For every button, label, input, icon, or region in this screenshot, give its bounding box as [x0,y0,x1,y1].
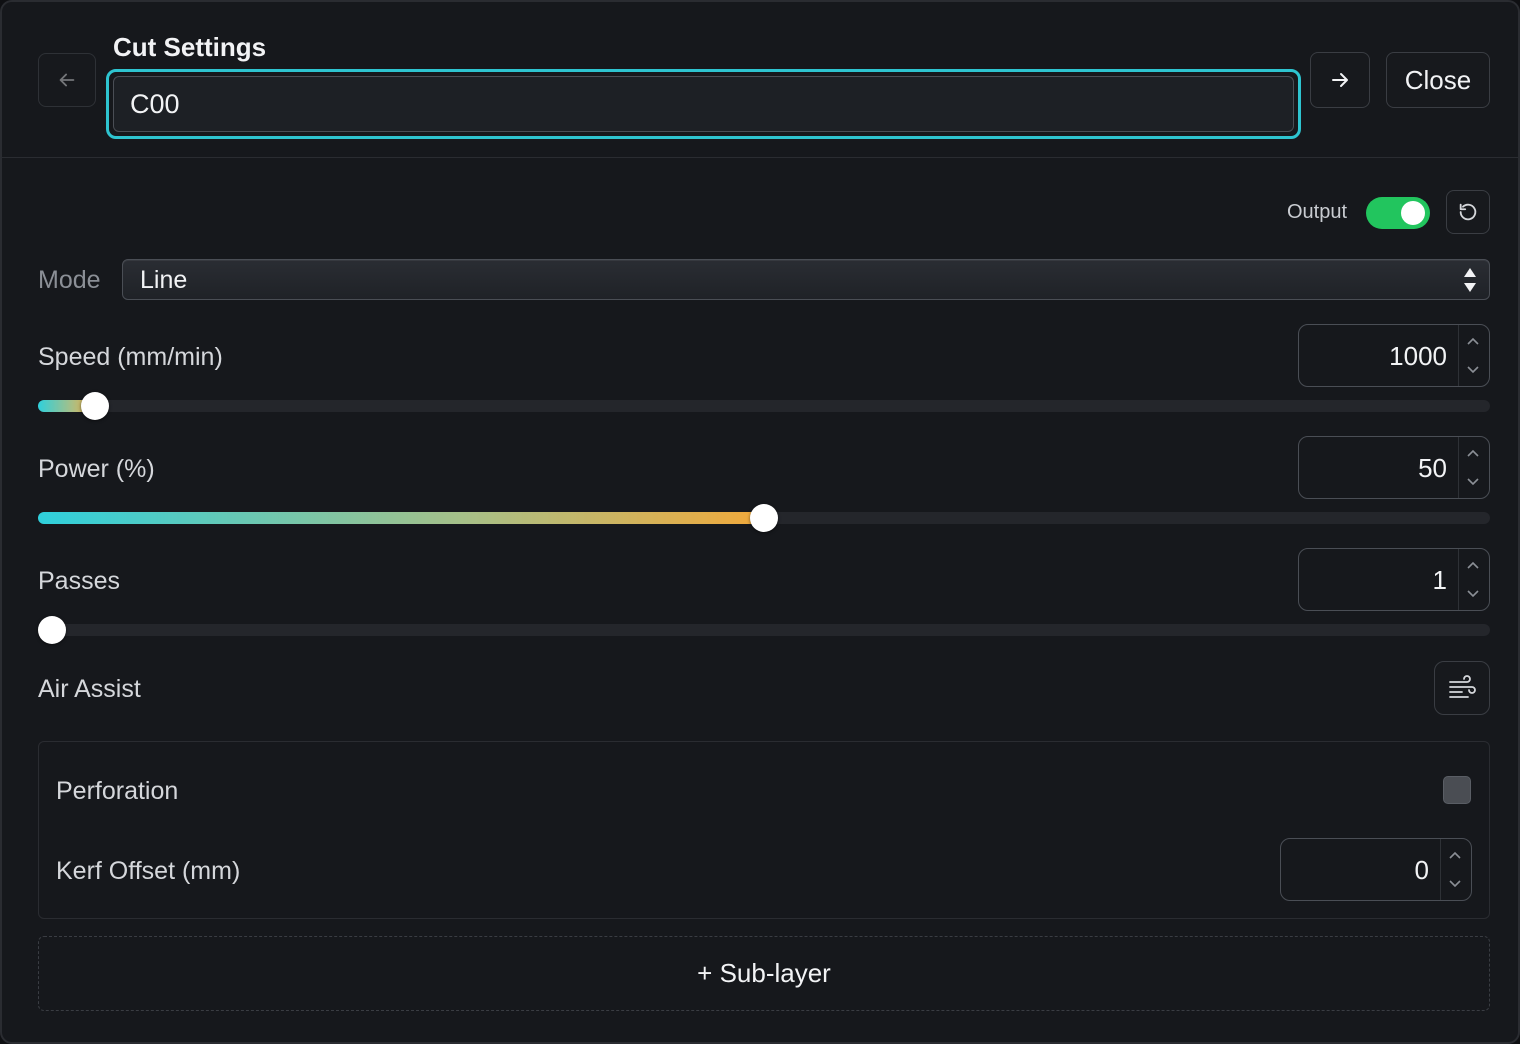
passes-decrement[interactable] [1465,586,1481,602]
power-decrement[interactable] [1465,474,1481,490]
chevron-down-icon [1467,366,1479,374]
air-assist-label: Air Assist [38,675,141,703]
passes-value: 1 [1432,565,1447,595]
chevron-up-icon [1467,449,1479,457]
stepper-divider [1458,437,1459,498]
chevron-down-icon [1467,478,1479,486]
passes-slider[interactable] [38,616,1490,644]
cut-settings-panel: Cut Settings Close Output Mode Line Spee… [0,0,1520,1044]
power-stepper[interactable]: 50 [1298,436,1490,499]
speed-stepper[interactable]: 1000 [1298,324,1490,387]
stepper-divider [1458,549,1459,610]
output-toggle[interactable] [1366,197,1430,229]
kerf-offset-stepper[interactable]: 0 [1280,838,1472,901]
chevron-down-icon [1449,880,1461,888]
mode-select[interactable]: Line [122,259,1490,300]
kerf-offset-value: 0 [1414,855,1429,885]
page-title: Cut Settings [113,32,267,62]
kerf-decrement[interactable] [1447,876,1463,892]
power-slider-thumb[interactable] [750,504,778,532]
passes-label: Passes [38,567,120,595]
toggle-knob [1401,201,1425,225]
passes-stepper[interactable]: 1 [1298,548,1490,611]
speed-slider-thumb[interactable] [80,392,109,420]
output-label: Output [1287,201,1348,223]
select-updown-icon [1464,268,1476,292]
air-assist-button[interactable] [1434,661,1490,715]
mode-value: Line [140,266,188,294]
kerf-offset-label: Kerf Offset (mm) [56,857,241,885]
speed-value: 1000 [1389,341,1447,371]
power-increment[interactable] [1465,445,1481,461]
reset-button[interactable] [1446,190,1490,234]
air-wind-icon [1449,675,1476,698]
panel-header: Cut Settings Close [2,2,1518,158]
arrow-left-icon [59,73,75,87]
chevron-up-icon [1467,561,1479,569]
power-slider[interactable] [38,504,1490,532]
layer-name-focus-ring [106,69,1301,139]
perforation-group [38,741,1490,919]
power-value: 50 [1418,453,1447,483]
speed-decrement[interactable] [1465,362,1481,378]
power-label: Power (%) [38,455,155,483]
speed-increment[interactable] [1465,333,1481,349]
passes-increment[interactable] [1465,557,1481,573]
add-sublayer-button[interactable]: + Sub-layer [38,936,1490,1011]
passes-slider-thumb[interactable] [38,616,66,644]
power-slider-fill [38,512,764,524]
speed-slider[interactable] [38,392,1490,420]
next-layer-button[interactable] [1310,52,1370,108]
layer-name-input[interactable] [113,76,1294,132]
perforation-checkbox[interactable] [1443,776,1471,804]
stepper-divider [1440,839,1441,900]
previous-layer-button[interactable] [38,53,96,107]
speed-label: Speed (mm/min) [38,343,223,371]
mode-label: Mode [38,266,101,294]
perforation-label: Perforation [56,777,179,805]
reset-icon [1459,203,1477,221]
stepper-divider [1458,325,1459,386]
kerf-increment[interactable] [1447,847,1463,863]
chevron-up-icon [1467,337,1479,345]
arrow-right-icon [1332,73,1348,87]
chevron-up-icon [1449,851,1461,859]
chevron-down-icon [1467,590,1479,598]
close-button[interactable]: Close [1386,52,1490,108]
